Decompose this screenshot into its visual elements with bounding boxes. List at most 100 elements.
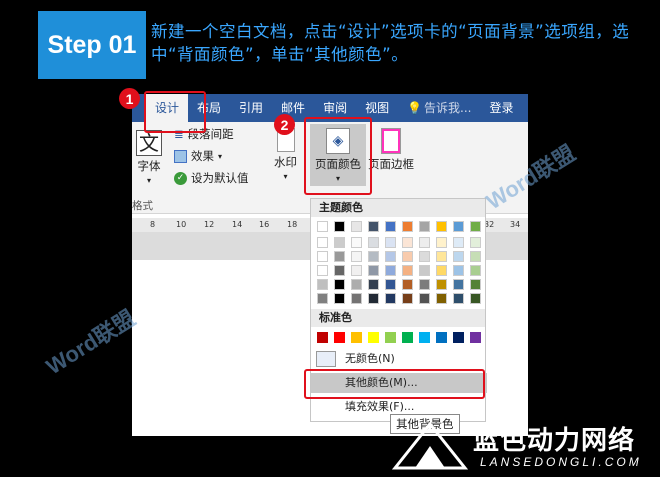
color-swatch[interactable] (368, 221, 379, 232)
color-swatch[interactable] (402, 332, 413, 343)
color-swatch[interactable] (334, 251, 345, 262)
color-swatch[interactable] (453, 237, 464, 248)
color-swatch[interactable] (470, 265, 481, 276)
color-swatch[interactable] (385, 265, 396, 276)
color-swatch[interactable] (385, 332, 396, 343)
color-swatch[interactable] (317, 237, 328, 248)
color-swatch[interactable] (402, 265, 413, 276)
color-swatch[interactable] (436, 251, 447, 262)
color-swatch[interactable] (385, 293, 396, 304)
theme-colors-header: 主题颜色 (311, 199, 485, 217)
color-swatch[interactable] (368, 237, 379, 248)
color-swatch[interactable] (453, 279, 464, 290)
color-swatch[interactable] (368, 279, 379, 290)
color-swatch[interactable] (334, 279, 345, 290)
tab-view[interactable]: 视图 (356, 94, 398, 122)
color-swatch[interactable] (334, 265, 345, 276)
tab-design[interactable]: 设计 (146, 94, 189, 122)
color-swatch[interactable] (351, 293, 362, 304)
color-swatch[interactable] (317, 293, 328, 304)
color-swatch[interactable] (436, 332, 447, 343)
chevron-down-icon: ▾ (283, 172, 288, 181)
color-swatch[interactable] (334, 221, 345, 232)
color-swatch[interactable] (453, 221, 464, 232)
color-swatch[interactable] (368, 251, 379, 262)
color-swatch[interactable] (436, 265, 447, 276)
tell-me-box[interactable]: 💡 告诉我... (398, 94, 480, 122)
color-swatch[interactable] (317, 332, 328, 343)
ruler-tick: 10 (176, 220, 187, 229)
color-swatch[interactable] (436, 293, 447, 304)
color-swatch[interactable] (436, 237, 447, 248)
color-swatch[interactable] (317, 251, 328, 262)
color-swatch[interactable] (351, 265, 362, 276)
color-swatch[interactable] (453, 332, 464, 343)
tab-review[interactable]: 审阅 (314, 94, 356, 122)
color-swatch[interactable] (317, 279, 328, 290)
brand-site: LANSEDONGLI.COM (480, 455, 642, 469)
color-swatch[interactable] (419, 279, 430, 290)
color-swatch[interactable] (317, 265, 328, 276)
color-swatch[interactable] (436, 221, 447, 232)
color-swatch[interactable] (402, 221, 413, 232)
color-swatch[interactable] (368, 293, 379, 304)
color-swatch[interactable] (351, 332, 362, 343)
color-swatch[interactable] (453, 251, 464, 262)
color-swatch[interactable] (419, 265, 430, 276)
page-border-icon (381, 128, 401, 154)
chevron-down-icon: ▾ (146, 176, 151, 185)
color-swatch[interactable] (419, 237, 430, 248)
color-swatch[interactable] (385, 221, 396, 232)
color-swatch[interactable] (436, 279, 447, 290)
color-swatch[interactable] (419, 251, 430, 262)
color-swatch[interactable] (419, 332, 430, 343)
color-swatch[interactable] (470, 221, 481, 232)
color-swatch[interactable] (334, 293, 345, 304)
color-swatch[interactable] (317, 221, 328, 232)
page-border-button[interactable]: 页面边框 (368, 128, 414, 172)
color-swatch[interactable] (402, 237, 413, 248)
effects-button[interactable]: 效果 ▾ (174, 148, 222, 164)
watermark-button[interactable]: 水印 ▾ (274, 128, 297, 181)
color-swatch[interactable] (385, 237, 396, 248)
tab-layout[interactable]: 布局 (188, 94, 230, 122)
color-swatch[interactable] (334, 332, 345, 343)
color-swatch[interactable] (453, 265, 464, 276)
step-marker-2: 2 (274, 114, 295, 135)
login-link[interactable]: 登录 (481, 94, 523, 122)
color-swatch[interactable] (470, 279, 481, 290)
tab-references[interactable]: 引用 (230, 94, 272, 122)
color-swatch[interactable] (402, 251, 413, 262)
effects-icon (174, 149, 187, 163)
word-screenshot: 设计 布局 引用 邮件 审阅 视图 💡 告诉我... 登录 文 字体 ▾ ≣ 段落间… (132, 94, 528, 436)
color-swatch[interactable] (351, 221, 362, 232)
color-swatch[interactable] (351, 279, 362, 290)
ruler-tick: 12 (204, 220, 215, 229)
no-color-option[interactable]: 无颜色(N) (311, 349, 487, 369)
color-swatch[interactable] (402, 293, 413, 304)
color-swatch[interactable] (453, 293, 464, 304)
color-swatch[interactable] (470, 237, 481, 248)
color-swatch[interactable] (470, 293, 481, 304)
color-swatch[interactable] (368, 332, 379, 343)
page-color-button[interactable]: ◈ 页面颜色 ▾ (310, 124, 366, 186)
color-swatch[interactable] (470, 251, 481, 262)
color-swatch[interactable] (385, 279, 396, 290)
group-label-format: 格式 (132, 200, 153, 212)
paragraph-spacing-button[interactable]: ≣ 段落间距 (174, 126, 234, 142)
color-swatch[interactable] (385, 251, 396, 262)
step-badge: Step 01 (38, 11, 146, 79)
color-swatch[interactable] (351, 251, 362, 262)
color-swatch[interactable] (368, 265, 379, 276)
standard-colors-header: 标准色 (311, 309, 485, 327)
color-swatch[interactable] (402, 279, 413, 290)
color-swatch[interactable] (419, 293, 430, 304)
color-swatch[interactable] (419, 221, 430, 232)
color-swatch[interactable] (334, 237, 345, 248)
ruler-tick: 8 (150, 220, 156, 229)
color-swatch[interactable] (351, 237, 362, 248)
color-swatch[interactable] (470, 332, 481, 343)
fonts-button[interactable]: 文 字体 ▾ (136, 130, 162, 185)
set-default-button[interactable]: ✓ 设为默认值 (174, 170, 249, 186)
more-colors-option[interactable]: 其他颜色(M)... (311, 373, 487, 393)
